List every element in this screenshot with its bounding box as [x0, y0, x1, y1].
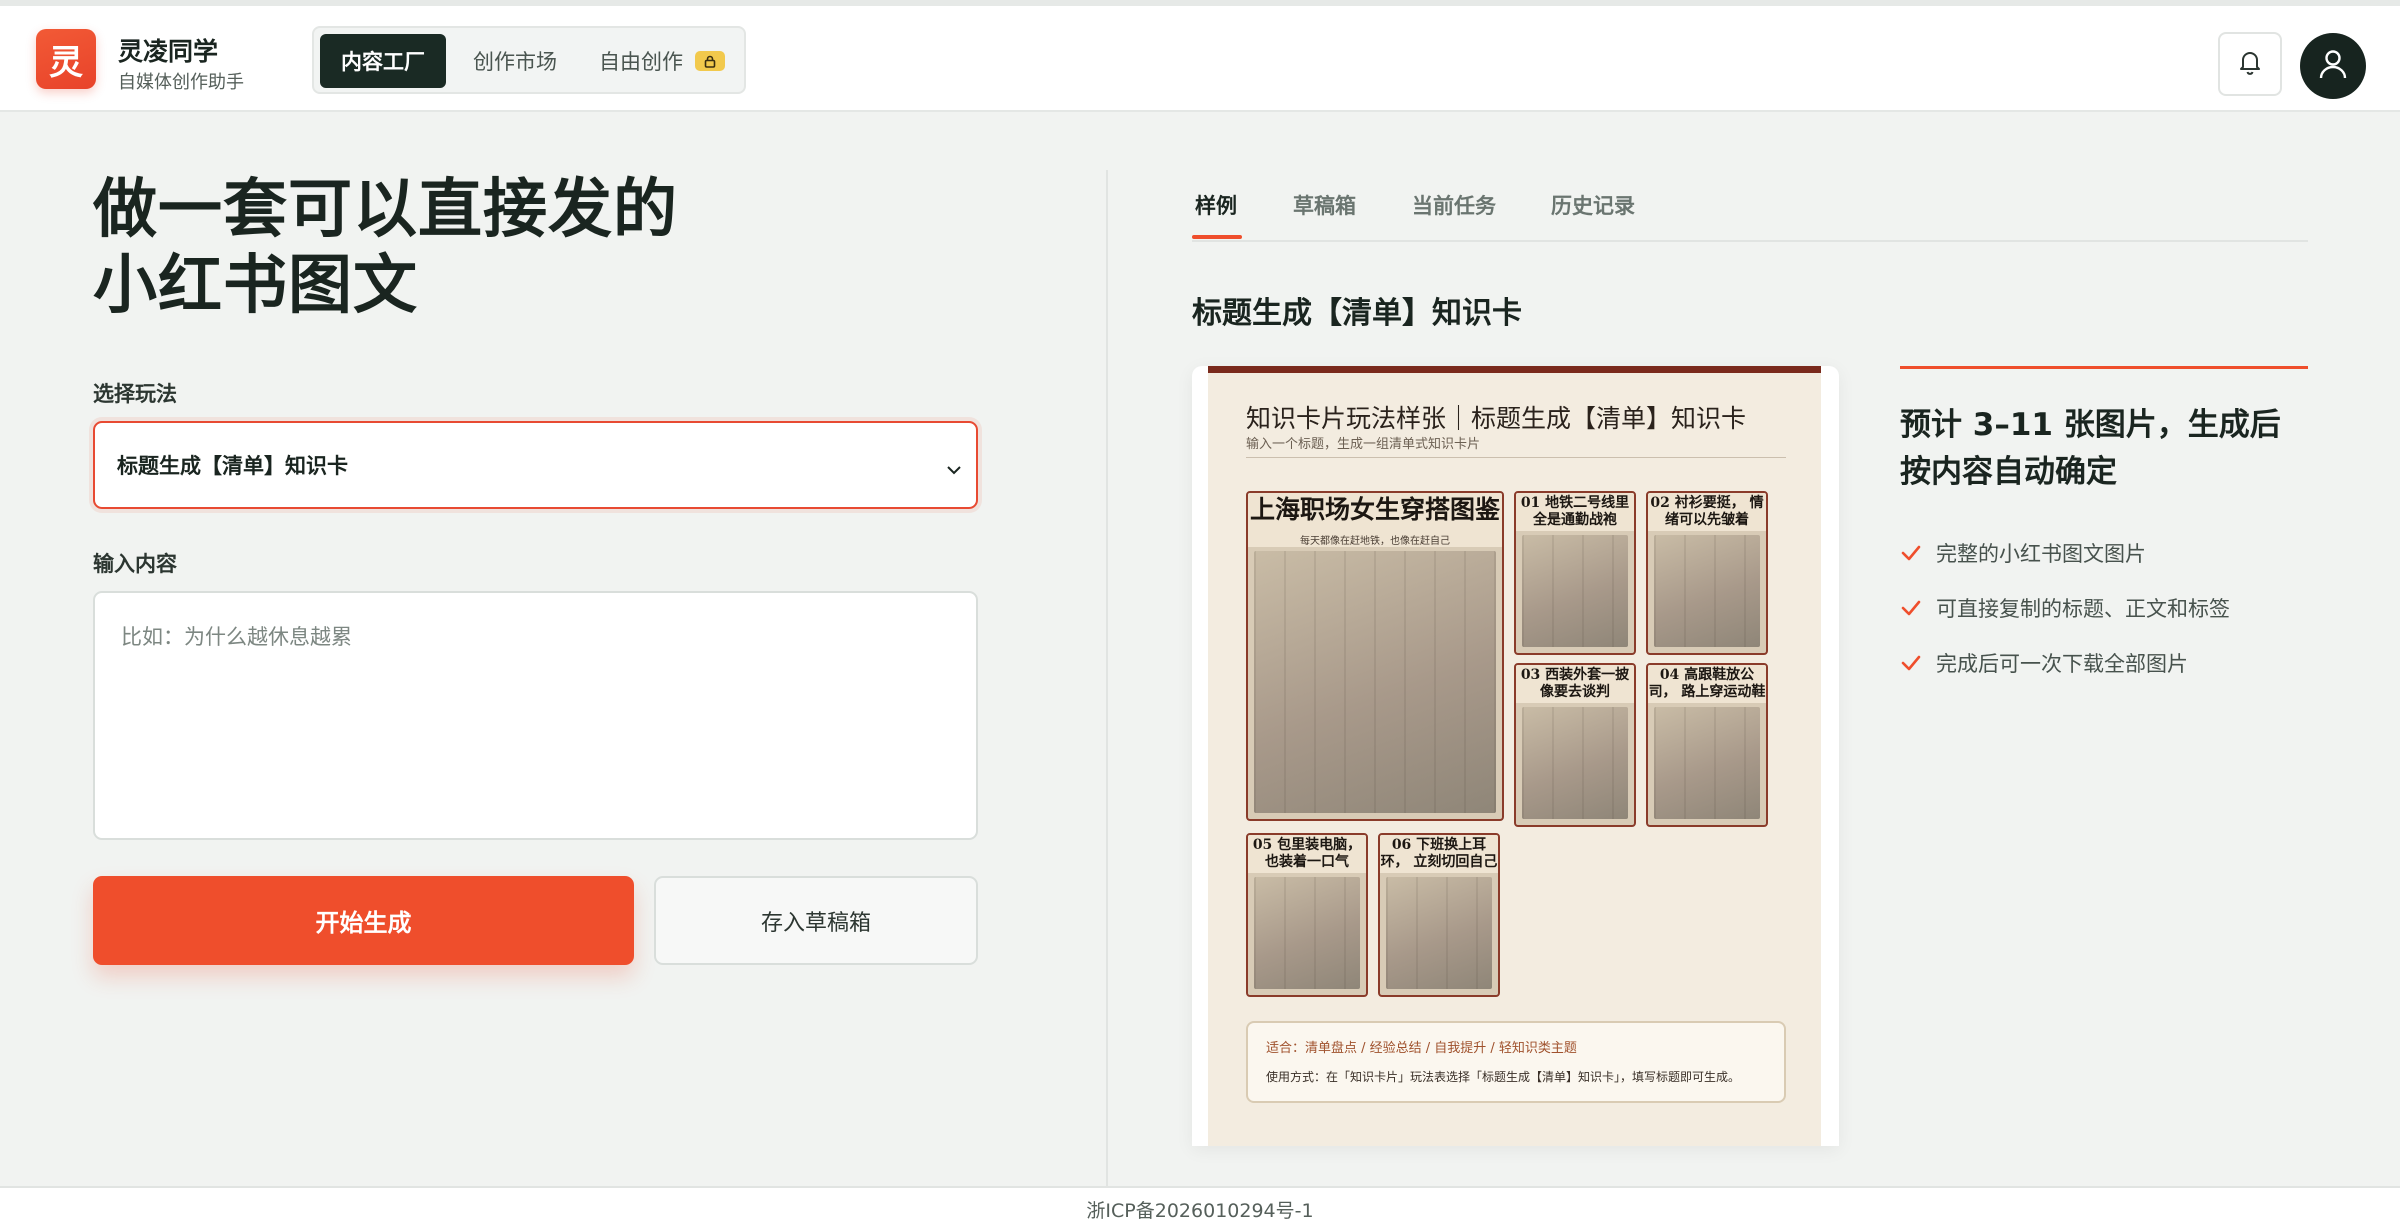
poster-card: 05 包里装电脑， 也装着一口气	[1246, 833, 1368, 997]
notification-button[interactable]	[2218, 32, 2282, 96]
nav-tab-label: 自由创作	[599, 50, 683, 74]
check-icon	[1900, 542, 1922, 564]
save-draft-label: 存入草稿箱	[760, 909, 871, 935]
poster-card: 06 下班换上耳环， 立刻切回自己	[1378, 833, 1500, 997]
user-icon	[2318, 48, 2348, 84]
main-card-title-text: 上海职场女生穿搭图鉴	[1249, 495, 1500, 524]
poster-divider	[1246, 457, 1786, 458]
poster-note: 适合：清单盘点 / 经验总结 / 自我提升 / 轻知识类主题 使用方式：在「知识…	[1246, 1021, 1786, 1103]
mode-label: 选择玩法	[93, 382, 177, 406]
card-illustration	[1386, 877, 1492, 989]
check-icon	[1900, 652, 1922, 674]
tab-drafts[interactable]: 草稿箱	[1293, 190, 1356, 220]
feature-text: 可直接复制的标题、正文和标签	[1936, 597, 2230, 621]
sample-poster-image: 知识卡片玩法样张｜标题生成【清单】知识卡 输入一个标题，生成一组清单式知识卡片 …	[1208, 366, 1821, 1146]
lock-icon	[695, 51, 725, 71]
panel-divider	[1106, 170, 1108, 1186]
brand-subtitle: 自媒体创作助手	[118, 72, 244, 93]
main-card-illustration	[1254, 551, 1496, 813]
icp-link[interactable]: 浙ICP备2026010294号-1	[1086, 1196, 1313, 1223]
logo-text: 灵	[49, 42, 83, 83]
nav-tab-content-factory[interactable]: 内容工厂	[320, 34, 446, 88]
top-header: 灵 灵凌同学 自媒体创作助手 内容工厂 创作市场 自由创作	[0, 0, 2400, 112]
tab-label: 当前任务	[1412, 194, 1496, 218]
poster-card: 02 衬衫要挺， 情绪可以先皱着	[1646, 491, 1768, 655]
card-title: 06 下班换上耳环， 立刻切回自己	[1380, 835, 1498, 873]
nav-tab-label: 内容工厂	[341, 50, 425, 74]
user-avatar-button[interactable]	[2300, 33, 2366, 99]
card-illustration	[1522, 535, 1628, 647]
mode-select[interactable]: 标题生成【清单】知识卡	[93, 421, 978, 509]
chevron-down-icon	[946, 457, 962, 481]
feature-text: 完整的小红书图文图片	[1936, 542, 2146, 566]
note-suitable: 适合：清单盘点 / 经验总结 / 自我提升 / 轻知识类主题	[1266, 1041, 1577, 1056]
nav-tab-label: 创作市场	[473, 50, 557, 74]
card-title: 02 衬衫要挺， 情绪可以先皱着	[1648, 493, 1766, 531]
hero-line-2: 小红书图文	[93, 249, 418, 323]
card-title: 05 包里装电脑， 也装着一口气	[1248, 835, 1366, 873]
mode-select-value: 标题生成【清单】知识卡	[117, 454, 348, 478]
content-input[interactable]	[93, 591, 978, 840]
sample-preview[interactable]: 知识卡片玩法样张｜标题生成【清单】知识卡 输入一个标题，生成一组清单式知识卡片 …	[1192, 366, 1839, 1146]
card-illustration	[1254, 877, 1360, 989]
poster-subtitle: 输入一个标题，生成一组清单式知识卡片	[1246, 437, 1481, 452]
main-nav: 内容工厂 创作市场 自由创作	[312, 26, 746, 94]
hero-line-1: 做一套可以直接发的	[93, 173, 678, 247]
poster-card: 03 西装外套一披 像要去谈判	[1514, 663, 1636, 827]
feature-text: 完成后可一次下载全部图片	[1936, 652, 2188, 676]
active-tab-indicator	[1192, 235, 1242, 239]
input-label: 输入内容	[93, 552, 177, 576]
feature-item: 可直接复制的标题、正文和标签	[1900, 593, 2230, 623]
poster-title: 知识卡片玩法样张｜标题生成【清单】知识卡	[1246, 404, 1747, 433]
tab-history[interactable]: 历史记录	[1551, 190, 1635, 220]
poster-main-card: 上海职场女生穿搭图鉴 每天都像在赶地铁，也像在赶自己	[1246, 491, 1504, 821]
note-usage: 使用方式：在「知识卡片」玩法表选择「标题生成【清单】知识卡」，填写标题即可生成。	[1266, 1070, 1741, 1084]
card-illustration	[1654, 535, 1760, 647]
start-generate-button[interactable]: 开始生成	[93, 876, 634, 965]
footer: 浙ICP备2026010294号-1	[0, 1186, 2400, 1231]
app-logo[interactable]: 灵	[36, 29, 96, 89]
brand-name: 灵凌同学	[118, 37, 219, 66]
tab-label: 样例	[1195, 194, 1237, 218]
nav-tab-creation-market[interactable]: 创作市场	[452, 34, 578, 88]
sample-title: 标题生成【清单】知识卡	[1192, 296, 1522, 331]
info-accent-rule	[1900, 366, 2308, 369]
feature-item: 完整的小红书图文图片	[1900, 538, 2146, 568]
feature-item: 完成后可一次下载全部图片	[1900, 648, 2188, 678]
poster-card: 04 高跟鞋放公司， 路上穿运动鞋	[1646, 663, 1768, 827]
card-title: 04 高跟鞋放公司， 路上穿运动鞋	[1648, 665, 1766, 703]
tab-samples[interactable]: 样例	[1195, 190, 1237, 220]
bell-icon	[2237, 48, 2263, 80]
tab-label: 历史记录	[1551, 194, 1635, 218]
page-title: 做一套可以直接发的 小红书图文	[93, 172, 793, 324]
tabs-divider	[1192, 240, 2308, 242]
nav-tab-free-creation[interactable]: 自由创作	[582, 34, 742, 88]
info-title: 预计 3–11 张图片，生成后按内容自动确定	[1900, 407, 2281, 490]
main-card-title: 上海职场女生穿搭图鉴 每天都像在赶地铁，也像在赶自己	[1248, 493, 1502, 547]
card-illustration	[1522, 707, 1628, 819]
start-generate-label: 开始生成	[315, 910, 412, 937]
tab-current-tasks[interactable]: 当前任务	[1412, 190, 1496, 220]
check-icon	[1900, 597, 1922, 619]
card-title: 03 西装外套一披 像要去谈判	[1516, 665, 1634, 703]
save-draft-button[interactable]: 存入草稿箱	[654, 876, 978, 965]
poster-card: 01 地铁二号线里 全是通勤战袍	[1514, 491, 1636, 655]
tab-label: 草稿箱	[1293, 194, 1356, 218]
card-illustration	[1654, 707, 1760, 819]
card-title: 01 地铁二号线里 全是通勤战袍	[1516, 493, 1634, 531]
